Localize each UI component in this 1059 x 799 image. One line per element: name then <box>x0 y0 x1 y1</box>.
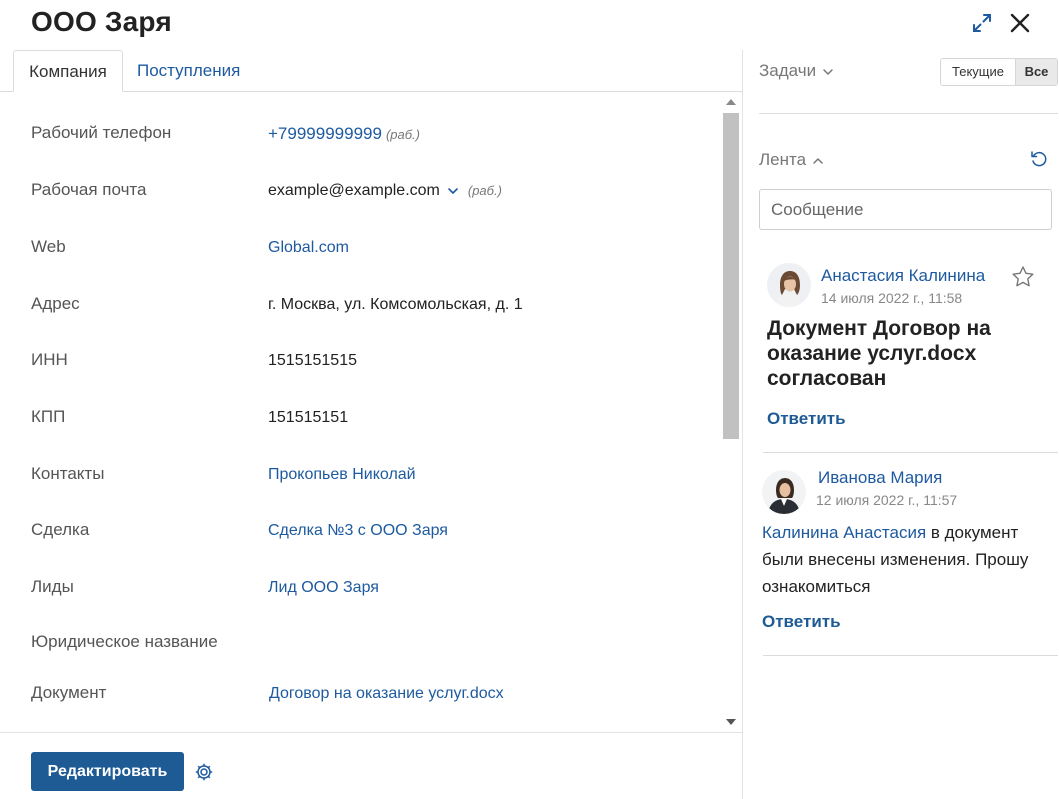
post-author-link[interactable]: Анастасия Калинина <box>821 266 985 286</box>
kpp-value: 151515151 <box>268 409 349 426</box>
chevron-up-icon <box>813 157 823 164</box>
feed-section-toggle[interactable]: Лента <box>759 150 824 170</box>
refresh-icon[interactable] <box>1029 149 1049 169</box>
tab-receipts[interactable]: Поступления <box>137 50 240 92</box>
lead-link[interactable]: Лид ООО Заря <box>268 579 379 597</box>
filter-all-button[interactable]: Все <box>1016 59 1057 85</box>
field-label: Сделка <box>31 520 90 539</box>
post-text: Калинина Анастасия в документ были внесе… <box>762 519 1052 600</box>
scroll-up-arrow-icon[interactable] <box>726 99 736 105</box>
scroll-thumb[interactable] <box>723 113 739 439</box>
tasks-title: Задачи <box>759 61 817 80</box>
field-value: example@example.com (раб.) <box>268 182 502 200</box>
edit-button[interactable]: Редактировать <box>31 752 184 791</box>
inn-value: 1515151515 <box>268 352 357 369</box>
reply-button[interactable]: Ответить <box>762 612 841 632</box>
avatar-photo-icon <box>767 263 811 307</box>
post-date: 14 июля 2022 г., 11:58 <box>821 290 963 306</box>
tasks-section-toggle[interactable]: Задачи <box>759 61 834 81</box>
divider <box>763 655 1058 656</box>
contact-link[interactable]: Прокопьев Николай <box>268 466 416 484</box>
reply-button[interactable]: Ответить <box>767 409 846 429</box>
field-row-legal-name: Юридическое название <box>0 632 720 662</box>
chevron-down-icon <box>823 68 833 75</box>
field-row-inn: ИНН 1515151515 <box>0 350 720 380</box>
post-author-link[interactable]: Иванова Мария <box>818 468 942 488</box>
email-value: example@example.com <box>268 182 440 199</box>
star-icon[interactable] <box>1010 264 1036 290</box>
field-row-kpp: КПП 151515151 <box>0 407 720 437</box>
field-row-contacts: Контакты Прокопьев Николай <box>0 464 720 494</box>
field-row-leads: Лиды Лид ООО Заря <box>0 577 720 607</box>
field-value: +79999999999 (раб.) <box>268 124 420 144</box>
message-input[interactable] <box>759 189 1052 230</box>
deal-link[interactable]: Сделка №3 с ООО Заря <box>268 522 448 540</box>
field-row-web: Web Global.com <box>0 237 720 267</box>
chevron-down-icon[interactable] <box>446 184 460 198</box>
field-row-document: Документ Договор на оказание услуг.docx <box>0 683 720 713</box>
avatar[interactable] <box>767 263 811 307</box>
field-label: Юридическое название <box>31 632 218 651</box>
field-label: Документ <box>31 683 107 702</box>
field-label: Web <box>31 237 66 256</box>
tab-bar: Компания Поступления <box>0 50 743 92</box>
document-link[interactable]: Договор на оказание услуг.docx <box>269 685 504 703</box>
panel-divider <box>742 50 743 799</box>
divider <box>759 113 1058 114</box>
feed-title: Лента <box>759 150 807 169</box>
avatar-photo-icon <box>762 470 806 514</box>
field-label: КПП <box>31 407 66 426</box>
footer-bar: Редактировать <box>0 732 742 799</box>
expand-icon[interactable] <box>970 11 994 35</box>
mention-link[interactable]: Калинина Анастасия <box>762 523 926 542</box>
scroll-down-arrow-icon[interactable] <box>726 719 736 725</box>
field-label: ИНН <box>31 350 68 369</box>
email-type-note: (раб.) <box>467 183 502 198</box>
tasks-filter-toggle: Текущие Все <box>940 58 1058 86</box>
phone-type-note: (раб.) <box>385 127 420 142</box>
page-title: ООО Заря <box>31 6 172 37</box>
post-date: 12 июля 2022 г., 11:57 <box>816 492 958 508</box>
phone-link[interactable]: +79999999999 <box>268 124 382 143</box>
company-fields: Рабочий телефон +79999999999 (раб.) Рабоч… <box>0 92 720 732</box>
field-label: Рабочий телефон <box>31 123 172 142</box>
field-row-address: Адрес г. Москва, ул. Комсомольская, д. 1 <box>0 294 720 324</box>
field-label: Лиды <box>31 577 74 596</box>
gear-icon[interactable] <box>194 762 214 782</box>
fields-scrollbar[interactable] <box>722 95 740 729</box>
close-icon[interactable] <box>1008 11 1032 35</box>
web-link[interactable]: Global.com <box>268 239 349 257</box>
tab-company[interactable]: Компания <box>13 50 123 92</box>
field-label: Рабочая почта <box>31 180 147 199</box>
filter-current-button[interactable]: Текущие <box>941 59 1016 85</box>
field-row-deal: Сделка Сделка №3 с ООО Заря <box>0 520 720 550</box>
address-value: г. Москва, ул. Комсомольская, д. 1 <box>268 296 523 313</box>
divider <box>763 452 1058 453</box>
field-row-work-phone: Рабочий телефон +79999999999 (раб.) <box>0 123 720 153</box>
avatar[interactable] <box>762 470 806 514</box>
post-title: Документ Договор на оказание услуг.docx … <box>767 317 991 390</box>
field-label: Контакты <box>31 464 105 483</box>
field-row-work-email: Рабочая почта example@example.com (раб.) <box>0 180 720 210</box>
field-label: Адрес <box>31 294 80 313</box>
